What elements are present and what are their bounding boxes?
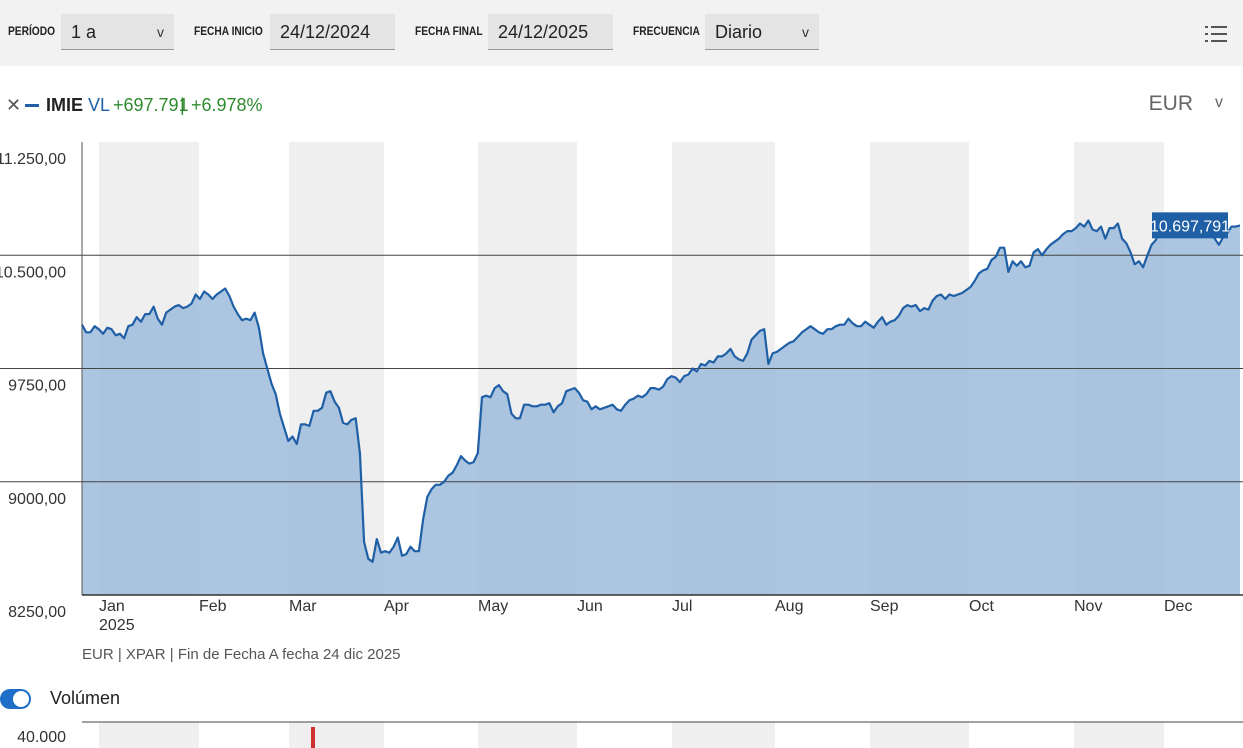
y-tick-label: 9750,00 bbox=[8, 378, 66, 395]
x-tick-label: Sep bbox=[870, 598, 899, 615]
last-value-label: 10.697,791 bbox=[1150, 218, 1230, 235]
x-tick-label: Feb bbox=[199, 598, 227, 615]
periodo-label: PERÍODO bbox=[8, 24, 56, 38]
chevron-down-icon: v bbox=[802, 24, 809, 40]
price-chart: 11.250,00 10.500,00 9750,00 9000,00 8250,00 J… bbox=[0, 142, 1243, 634]
series-area bbox=[82, 220, 1240, 595]
fecha-final-input[interactable]: 24/12/2025 bbox=[488, 14, 613, 50]
frecuencia-label: FRECUENCIA bbox=[633, 24, 700, 38]
volume-band bbox=[1074, 722, 1164, 748]
frecuencia-value: Diario bbox=[715, 22, 763, 42]
y-tick-label: 9000,00 bbox=[8, 491, 66, 508]
currency-select[interactable]: EUR bbox=[1149, 92, 1193, 116]
volume-band bbox=[99, 722, 199, 748]
chevron-down-icon: v bbox=[157, 24, 164, 40]
x-tick-label: Oct bbox=[969, 598, 994, 615]
x-tick-label: Apr bbox=[384, 598, 410, 615]
x-tick-label: Jun bbox=[577, 598, 603, 615]
x-tick-label: May bbox=[478, 598, 508, 615]
x-tick-label: Nov bbox=[1074, 598, 1102, 615]
volume-band bbox=[478, 722, 577, 748]
volume-bar bbox=[311, 727, 315, 748]
fecha-inicio-label: FECHA INICIO bbox=[194, 24, 263, 38]
x-year-label: 2025 bbox=[99, 617, 135, 634]
x-tick-label: Aug bbox=[775, 598, 803, 615]
fecha-inicio-input[interactable]: 24/12/2024 bbox=[270, 14, 395, 50]
x-tick-label: Mar bbox=[289, 598, 317, 615]
series-change-pct: +6.978% bbox=[191, 95, 263, 115]
fecha-final-label: FECHA FINAL bbox=[415, 24, 483, 38]
volume-chart: 40.000 bbox=[17, 721, 1243, 748]
toolbar: PERÍODO 1 a v FECHA INICIO 24/12/2024 FE… bbox=[0, 0, 1243, 66]
volume-toggle[interactable] bbox=[0, 689, 31, 709]
volume-label: Volúmen bbox=[50, 688, 121, 708]
x-tick-label: Jul bbox=[672, 598, 692, 615]
series-change: +697.791 bbox=[113, 95, 189, 115]
series-vl: VL bbox=[88, 95, 111, 115]
fecha-inicio-value: 24/12/2024 bbox=[280, 22, 371, 42]
periodo-value: 1 a bbox=[71, 22, 97, 42]
close-icon[interactable]: ✕ bbox=[6, 92, 21, 118]
y-tick-label: 11.250,00 bbox=[0, 151, 66, 168]
series-swatch bbox=[25, 104, 39, 107]
fecha-final-value: 24/12/2025 bbox=[498, 22, 589, 42]
chevron-down-icon[interactable]: v bbox=[1215, 94, 1223, 112]
series-legend: ✕ IMIE VL +697.791 | +6.978% bbox=[0, 92, 400, 118]
x-tick-label: Jan bbox=[99, 598, 125, 615]
series-separator: | bbox=[180, 95, 185, 115]
source-note: EUR | XPAR | Fin de Fecha A fecha 24 dic… bbox=[82, 646, 401, 663]
y-tick-label: 10.500,00 bbox=[0, 264, 66, 281]
periodo-select[interactable]: 1 a v bbox=[61, 14, 174, 50]
list-menu-icon[interactable] bbox=[1205, 24, 1227, 44]
series-ticker: IMIE bbox=[46, 95, 84, 115]
toggle-knob bbox=[13, 691, 29, 707]
x-tick-label: Dec bbox=[1164, 598, 1192, 615]
y-tick-label: 8250,00 bbox=[8, 604, 66, 621]
volume-y-tick-label: 40.000 bbox=[17, 729, 66, 746]
volume-band bbox=[870, 722, 969, 748]
volume-band bbox=[672, 722, 775, 748]
frecuencia-select[interactable]: Diario v bbox=[705, 14, 819, 50]
volume-band bbox=[289, 722, 384, 748]
